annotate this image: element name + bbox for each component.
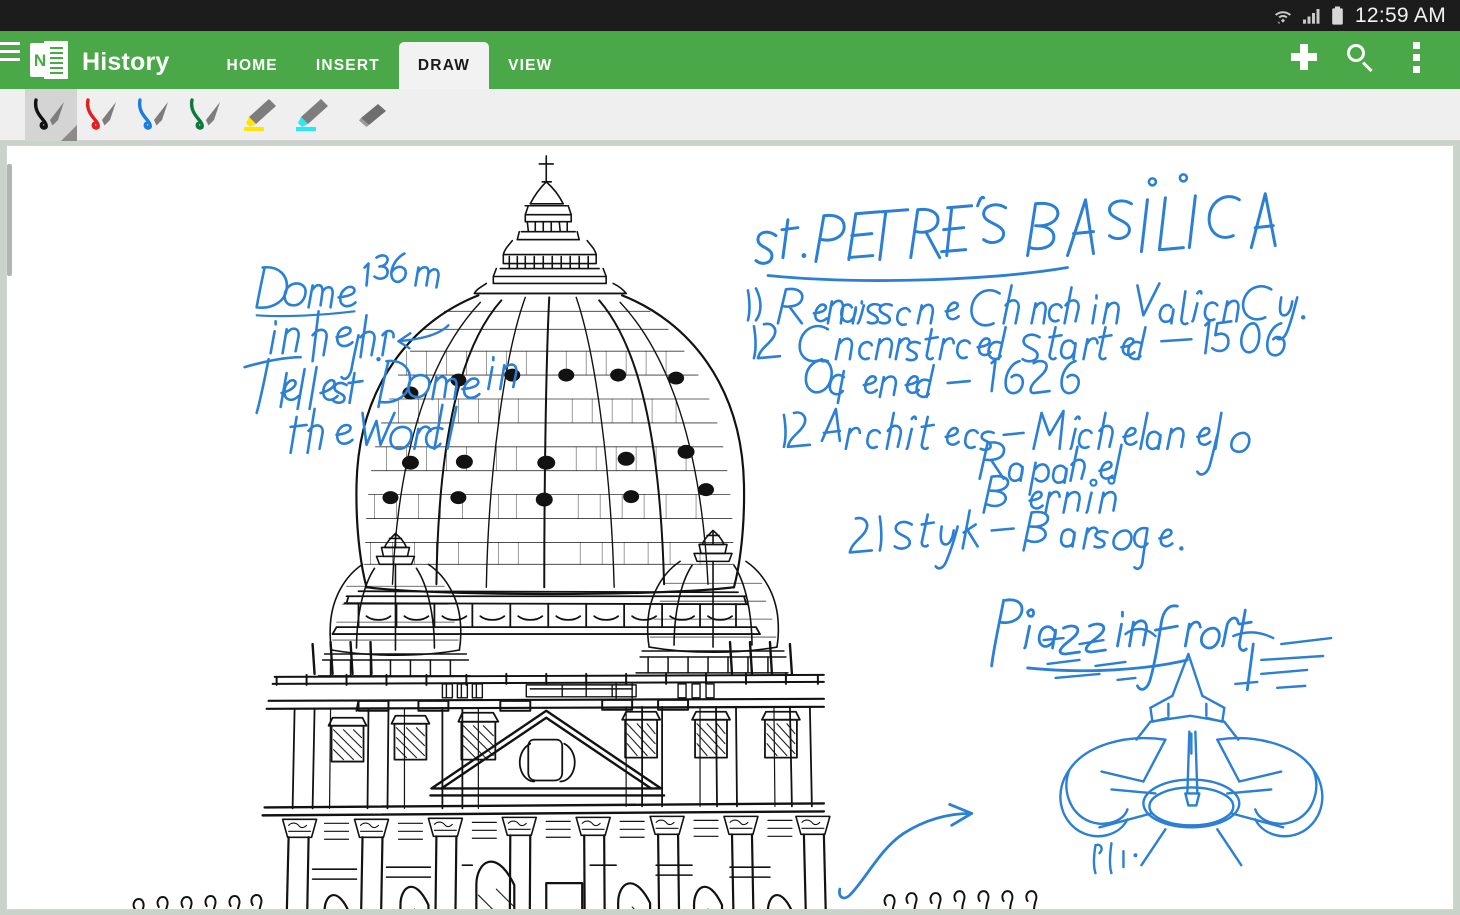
onenote-logo-icon: N (30, 41, 68, 79)
android-status-bar: 12:59 AM (0, 0, 1460, 31)
plus-icon (1291, 44, 1317, 70)
notebook-title: History (82, 48, 170, 77)
tab-insert[interactable]: INSERT (297, 43, 399, 89)
battery-icon (1331, 6, 1344, 26)
tab-view[interactable]: VIEW (489, 43, 571, 89)
st-peters-square-sketch (1044, 629, 1332, 865)
highlighter-icon (288, 94, 334, 136)
tab-home[interactable]: HOME (208, 43, 297, 89)
vertical-scrollbar[interactable] (7, 164, 12, 276)
dome-windows (382, 369, 714, 507)
add-button[interactable] (1276, 34, 1332, 80)
highlighter-icon (236, 94, 282, 136)
blue-annotations (245, 174, 1331, 898)
tallest-dome-note (245, 357, 517, 453)
search-button[interactable] (1332, 34, 1388, 80)
note-title-handwriting (756, 174, 1275, 280)
note-line-5 (980, 442, 1122, 494)
highlighter-yellow-tool[interactable] (233, 89, 285, 141)
app-header-bar: N History HOME INSERT DRAW VIEW (0, 31, 1460, 89)
tab-draw[interactable]: DRAW (399, 42, 489, 89)
pen-green-tool[interactable] (181, 89, 233, 141)
pen-icon (184, 94, 230, 136)
onenote-app-window: 12:59 AM N History HOME INSERT DRAW VIEW (0, 0, 1460, 915)
foreground-figures (1094, 843, 1137, 873)
st-peters-basilica-sketch (7, 146, 1453, 909)
app-bar-actions (1276, 31, 1460, 89)
hamburger-menu-icon[interactable] (0, 31, 26, 89)
eraser-icon (348, 94, 394, 136)
drawing-canvas[interactable] (6, 145, 1454, 910)
logo-letter: N (34, 52, 46, 69)
pen-blue-tool[interactable] (129, 89, 181, 141)
status-bar-clock: 12:59 AM (1355, 4, 1446, 28)
pen-icon (132, 94, 178, 136)
highlighter-cyan-tool[interactable] (285, 89, 337, 141)
eraser-tool[interactable] (345, 89, 397, 141)
pen-red-tool[interactable] (77, 89, 129, 141)
pen-icon (80, 94, 126, 136)
facade-windows (329, 712, 800, 762)
ground-level-arched-doors (325, 862, 792, 909)
signal-icon (1302, 7, 1322, 25)
note-line-6 (984, 476, 1116, 512)
kebab-menu-icon (1413, 42, 1420, 73)
wifi-icon (1273, 6, 1293, 26)
piazza-pointer-arrow (839, 804, 971, 898)
more-options-button[interactable] (1388, 34, 1444, 80)
pen-icon (28, 94, 74, 136)
ribbon-tabs: HOME INSERT DRAW VIEW (208, 42, 572, 89)
note-line-1 (748, 283, 1305, 339)
piazza-label-handwriting (992, 600, 1254, 690)
draw-pen-toolbar (0, 89, 1460, 141)
note-line-3 (806, 359, 1079, 403)
note-line-7 (850, 511, 1184, 569)
note-page-area (0, 142, 1460, 915)
note-line-2 (754, 321, 1284, 361)
pen-black-tool[interactable] (25, 89, 77, 141)
search-icon (1346, 43, 1374, 71)
dome-height-note (257, 254, 439, 379)
